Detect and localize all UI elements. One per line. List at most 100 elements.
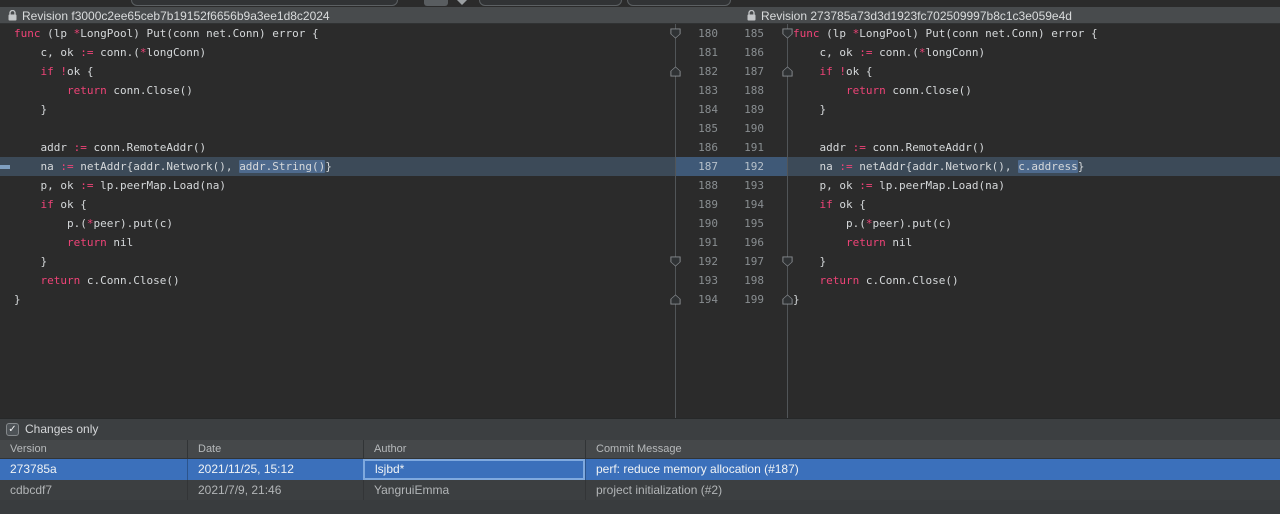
code-segment: } [793, 293, 800, 306]
line-number-left: 187 [688, 157, 718, 176]
code-line[interactable]: if ok { [0, 195, 675, 214]
code-segment: lp.peerMap.Load(na) [93, 179, 225, 192]
code-segment: ok { [54, 198, 87, 211]
code-segment [793, 65, 820, 78]
code-line[interactable]: return conn.Close() [0, 81, 675, 100]
column-header-date[interactable]: Date [187, 440, 363, 459]
code-segment: c.Conn.Close() [859, 274, 958, 287]
history-row-273785a[interactable]: 273785a2021/11/25, 15:12lsjbd*perf: redu… [0, 459, 1280, 480]
line-number-right: 199 [734, 290, 764, 309]
code-line[interactable]: } [0, 100, 675, 119]
code-segment: p.( [793, 217, 866, 230]
code-segment: netAddr{addr.Network(), [853, 160, 1019, 173]
code-line[interactable]: } [787, 100, 1280, 119]
lock-icon [747, 10, 756, 21]
code-line[interactable]: return conn.Close() [787, 81, 1280, 100]
code-line[interactable]: na := netAddr{addr.Network(), addr.Strin… [0, 157, 675, 176]
code-line[interactable]: } [0, 252, 675, 271]
code-line[interactable]: return nil [787, 233, 1280, 252]
code-line[interactable]: return c.Conn.Close() [787, 271, 1280, 290]
code-segment [793, 274, 820, 287]
history-row-cdbcdf7[interactable]: cdbcdf72021/7/9, 21:46YangruiEmmaproject… [0, 480, 1280, 501]
code-segment: ! [60, 65, 67, 78]
code-line[interactable]: if !ok { [0, 62, 675, 81]
code-segment: if [41, 65, 54, 78]
changes-only-checkbox[interactable]: ✓ [6, 423, 19, 436]
filter-input-fragment[interactable] [627, 0, 731, 6]
version-cell[interactable]: 273785a [0, 459, 187, 480]
date-cell[interactable]: 2021/7/9, 21:46 [187, 480, 363, 501]
column-header-author[interactable]: Author [363, 440, 585, 459]
code-segment: } [14, 293, 21, 306]
code-segment: if [820, 198, 833, 211]
author-cell[interactable]: YangruiEmma [363, 480, 585, 501]
code-segment: addr [14, 141, 74, 154]
code-segment: conn.Close() [886, 84, 972, 97]
code-segment: if [41, 198, 54, 211]
code-line[interactable]: p.(*peer).put(c) [0, 214, 675, 233]
code-segment [14, 274, 41, 287]
lock-icon [8, 10, 17, 21]
code-segment: } [793, 103, 826, 116]
code-segment [793, 198, 820, 211]
column-header-commit-message[interactable]: Commit Message [585, 440, 1280, 459]
code-segment: lp.peerMap.Load(na) [872, 179, 1004, 192]
code-segment: ok { [67, 65, 94, 78]
line-number-left: 192 [688, 252, 718, 271]
code-line[interactable] [0, 119, 675, 138]
history-panel: ✓ Changes only VersionDateAuthorCommit M… [0, 418, 1280, 514]
diff-changed-token: c.address [1018, 160, 1078, 173]
line-number-right: 186 [734, 43, 764, 62]
code-line[interactable]: } [0, 290, 675, 309]
version-cell[interactable]: cdbcdf7 [0, 480, 187, 501]
author-cell[interactable]: lsjbd* [363, 459, 585, 480]
code-line[interactable]: c, ok := conn.(*longConn) [0, 43, 675, 62]
column-header-version[interactable]: Version [0, 440, 187, 459]
date-cell[interactable]: 2021/11/25, 15:12 [187, 459, 363, 480]
code-segment: := [80, 179, 93, 192]
changes-only-label[interactable]: Changes only [25, 422, 98, 436]
commit-message-cell[interactable]: project initialization (#2) [585, 480, 1280, 501]
code-segment: := [859, 46, 872, 59]
code-line[interactable]: func (lp *LongPool) Put(conn net.Conn) e… [787, 24, 1280, 43]
code-line[interactable]: addr := conn.RemoteAddr() [787, 138, 1280, 157]
commit-message-cell[interactable]: perf: reduce memory allocation (#187) [585, 459, 1280, 480]
code-line[interactable]: if !ok { [787, 62, 1280, 81]
line-number-left: 180 [688, 24, 718, 43]
code-line[interactable]: addr := conn.RemoteAddr() [0, 138, 675, 157]
code-line[interactable]: func (lp *LongPool) Put(conn net.Conn) e… [0, 24, 675, 43]
code-line[interactable]: p, ok := lp.peerMap.Load(na) [0, 176, 675, 195]
code-segment: c, ok [793, 46, 859, 59]
chevron-down-icon[interactable] [457, 0, 467, 5]
code-line[interactable] [787, 119, 1280, 138]
code-segment: nil [107, 236, 134, 249]
line-number-right: 195 [734, 214, 764, 233]
code-line[interactable]: p, ok := lp.peerMap.Load(na) [787, 176, 1280, 195]
left-revision-title: Revision f3000c2ee65ceb7b19152f6656b9a3e… [8, 7, 330, 24]
code-line[interactable]: } [787, 252, 1280, 271]
code-segment: conn.Close() [107, 84, 193, 97]
code-line[interactable]: c, ok := conn.(*longConn) [787, 43, 1280, 62]
code-line[interactable]: return c.Conn.Close() [0, 271, 675, 290]
line-number-right: 187 [734, 62, 764, 81]
line-number-right: 185 [734, 24, 764, 43]
filter-input-fragment[interactable] [479, 0, 622, 6]
line-number-right: 198 [734, 271, 764, 290]
filter-input-fragment[interactable] [131, 0, 398, 6]
code-segment: return [67, 84, 107, 97]
code-line[interactable]: return nil [0, 233, 675, 252]
toolbar-button-fragment[interactable] [424, 0, 448, 6]
code-segment: ok { [833, 198, 866, 211]
code-segment: } [793, 255, 826, 268]
code-segment: peer).put(c) [93, 217, 172, 230]
code-line[interactable]: } [787, 290, 1280, 309]
code-segment: (lp [41, 27, 74, 40]
diff-window: Revision f3000c2ee65ceb7b19152f6656b9a3e… [0, 0, 1280, 514]
code-segment: peer).put(c) [872, 217, 951, 230]
code-line[interactable]: if ok { [787, 195, 1280, 214]
code-segment: na [14, 160, 60, 173]
code-line[interactable]: p.(*peer).put(c) [787, 214, 1280, 233]
line-number-left: 183 [688, 81, 718, 100]
code-line[interactable]: na := netAddr{addr.Network(), c.address} [787, 157, 1280, 176]
line-number-right: 188 [734, 81, 764, 100]
